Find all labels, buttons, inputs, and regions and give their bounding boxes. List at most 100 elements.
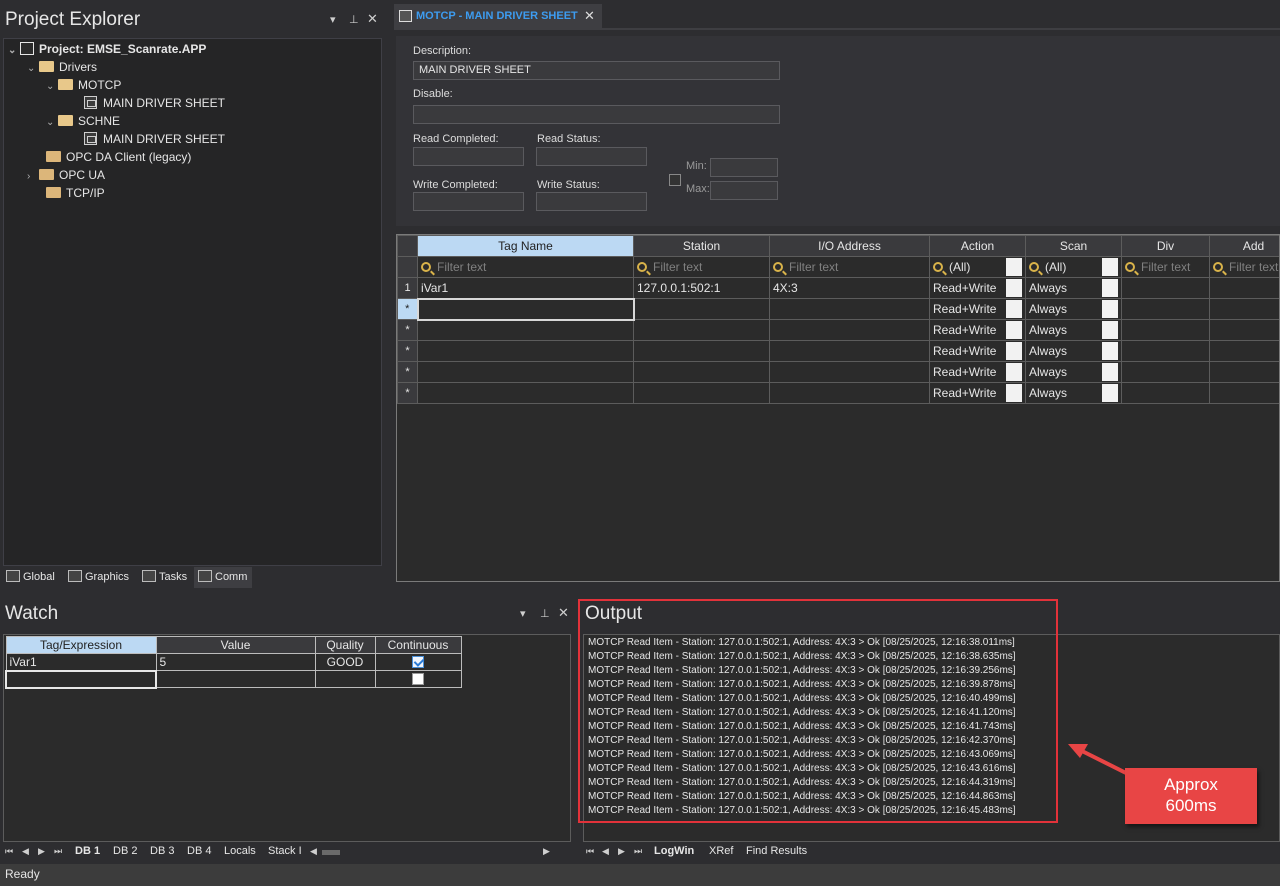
dropdown-button[interactable]: [1102, 258, 1118, 276]
cell-tag-name[interactable]: [417, 361, 634, 383]
cell-station[interactable]: [633, 382, 770, 404]
tree-item-opc-da[interactable]: OPC DA Client (legacy): [46, 148, 191, 166]
scroll-left-icon[interactable]: ◀: [310, 846, 317, 857]
column-header-io-address[interactable]: I/O Address: [769, 235, 930, 257]
tab-db2[interactable]: DB 2: [113, 844, 137, 861]
cell-add[interactable]: [1209, 298, 1279, 320]
read-completed-field[interactable]: [413, 147, 524, 166]
prev-icon[interactable]: ◀: [602, 846, 609, 857]
cell-scan[interactable]: Always: [1025, 340, 1122, 362]
cell-io-address[interactable]: [769, 298, 930, 320]
cell-io-address[interactable]: [769, 340, 930, 362]
dropdown-button[interactable]: [1102, 342, 1118, 360]
cell-add[interactable]: [1209, 277, 1279, 299]
cell-station[interactable]: 127.0.0.1:502:1: [633, 277, 770, 299]
filter-scan[interactable]: (All): [1025, 256, 1122, 278]
cell-station[interactable]: [633, 361, 770, 383]
column-header-div[interactable]: Div: [1121, 235, 1210, 257]
column-header-action[interactable]: Action: [929, 235, 1026, 257]
column-header-tag-name[interactable]: Tag Name: [417, 235, 634, 257]
cell-div[interactable]: [1121, 319, 1210, 341]
row-header[interactable]: 1: [397, 277, 418, 299]
expand-icon[interactable]: ›: [27, 168, 39, 186]
tree-item-tcpip[interactable]: TCP/IP: [46, 184, 105, 202]
column-header-continuous[interactable]: Continuous: [374, 636, 462, 654]
cell-add[interactable]: [1209, 319, 1279, 341]
cell-station[interactable]: [633, 340, 770, 362]
table-row[interactable]: 1 iVar1 127.0.0.1:502:1 4X:3 Read+Write …: [397, 277, 1279, 299]
cell-action[interactable]: Read+Write: [929, 340, 1026, 362]
pin-icon[interactable]: ⊥: [540, 607, 550, 620]
collapse-icon[interactable]: ⌄: [27, 60, 39, 78]
cell-action[interactable]: Read+Write: [929, 319, 1026, 341]
tab-comm[interactable]: Comm: [194, 567, 252, 588]
write-completed-field[interactable]: [413, 192, 524, 211]
cell-value[interactable]: 5: [155, 653, 316, 671]
dropdown-button[interactable]: [1006, 363, 1022, 381]
tree-item-schne-sheet[interactable]: MAIN DRIVER SHEET: [84, 130, 225, 148]
tab-locals[interactable]: Locals: [224, 844, 256, 861]
dropdown-button[interactable]: [1102, 384, 1118, 402]
cell-continuous[interactable]: [374, 653, 462, 671]
cell-div[interactable]: [1121, 298, 1210, 320]
cell-scan[interactable]: Always: [1025, 382, 1122, 404]
cell-div[interactable]: [1121, 361, 1210, 383]
cell-tag-name[interactable]: [417, 319, 634, 341]
filter-div[interactable]: Filter text: [1121, 256, 1210, 278]
filter-station[interactable]: Filter text: [633, 256, 770, 278]
dropdown-button[interactable]: [1006, 300, 1022, 318]
dropdown-button[interactable]: [1102, 279, 1118, 297]
table-row[interactable]: iVar1 5 GOOD: [5, 653, 462, 671]
tab-xref[interactable]: XRef: [709, 844, 733, 861]
tree-item-motcp[interactable]: ⌄ MOTCP: [46, 76, 121, 94]
description-field[interactable]: MAIN DRIVER SHEET: [413, 61, 780, 80]
cell-io-address[interactable]: [769, 319, 930, 341]
tab-graphics[interactable]: Graphics: [64, 567, 136, 588]
last-icon[interactable]: ⏭: [54, 846, 62, 857]
cell-scan[interactable]: Always: [1025, 277, 1122, 299]
cell-action[interactable]: Read+Write: [929, 277, 1026, 299]
filter-action[interactable]: (All): [929, 256, 1026, 278]
scrollbar-thumb[interactable]: [322, 850, 340, 855]
table-row[interactable]: * Read+Write Always: [397, 319, 1279, 341]
cell-tag[interactable]: iVar1: [5, 653, 157, 671]
collapse-icon[interactable]: ⌄: [46, 114, 58, 132]
cell-station[interactable]: [633, 298, 770, 320]
cell-scan[interactable]: Always: [1025, 361, 1122, 383]
dropdown-button[interactable]: [1006, 384, 1022, 402]
column-header-value[interactable]: Value: [155, 636, 316, 654]
cell-div[interactable]: [1121, 382, 1210, 404]
tree-item-opc-ua[interactable]: › OPC UA: [27, 166, 105, 184]
dropdown-button[interactable]: [1102, 363, 1118, 381]
cell-action[interactable]: Read+Write: [929, 382, 1026, 404]
last-icon[interactable]: ⏭: [634, 846, 642, 857]
cell-add[interactable]: [1209, 382, 1279, 404]
next-icon[interactable]: ▶: [38, 846, 45, 857]
row-header[interactable]: *: [397, 340, 418, 362]
column-header-tag-expression[interactable]: Tag/Expression: [5, 636, 157, 654]
cell-tag-name[interactable]: [417, 340, 634, 362]
row-header[interactable]: *: [397, 382, 418, 404]
write-status-field[interactable]: [536, 192, 647, 211]
cell-tag[interactable]: [5, 669, 157, 689]
row-header[interactable]: *: [397, 298, 418, 320]
dropdown-button[interactable]: [1102, 300, 1118, 318]
close-icon[interactable]: ✕: [367, 12, 378, 27]
dropdown-button[interactable]: [1102, 321, 1118, 339]
cell-div[interactable]: [1121, 340, 1210, 362]
tab-find-results[interactable]: Find Results: [746, 844, 807, 861]
filter-add[interactable]: Filter text: [1209, 256, 1279, 278]
table-row[interactable]: [5, 669, 462, 689]
scroll-right-icon[interactable]: ▶: [543, 846, 550, 857]
cell-station[interactable]: [633, 319, 770, 341]
cell-action[interactable]: Read+Write: [929, 298, 1026, 320]
column-header-station[interactable]: Station: [633, 235, 770, 257]
next-icon[interactable]: ▶: [618, 846, 625, 857]
tree-item-drivers[interactable]: ⌄ Drivers: [27, 58, 97, 76]
cell-io-address[interactable]: [769, 382, 930, 404]
min-field[interactable]: [710, 158, 778, 177]
cell-tag-name[interactable]: [416, 297, 635, 321]
table-row[interactable]: * Read+Write Always: [397, 382, 1279, 404]
dropdown-button[interactable]: [1006, 279, 1022, 297]
first-icon[interactable]: ⏮: [586, 846, 594, 857]
